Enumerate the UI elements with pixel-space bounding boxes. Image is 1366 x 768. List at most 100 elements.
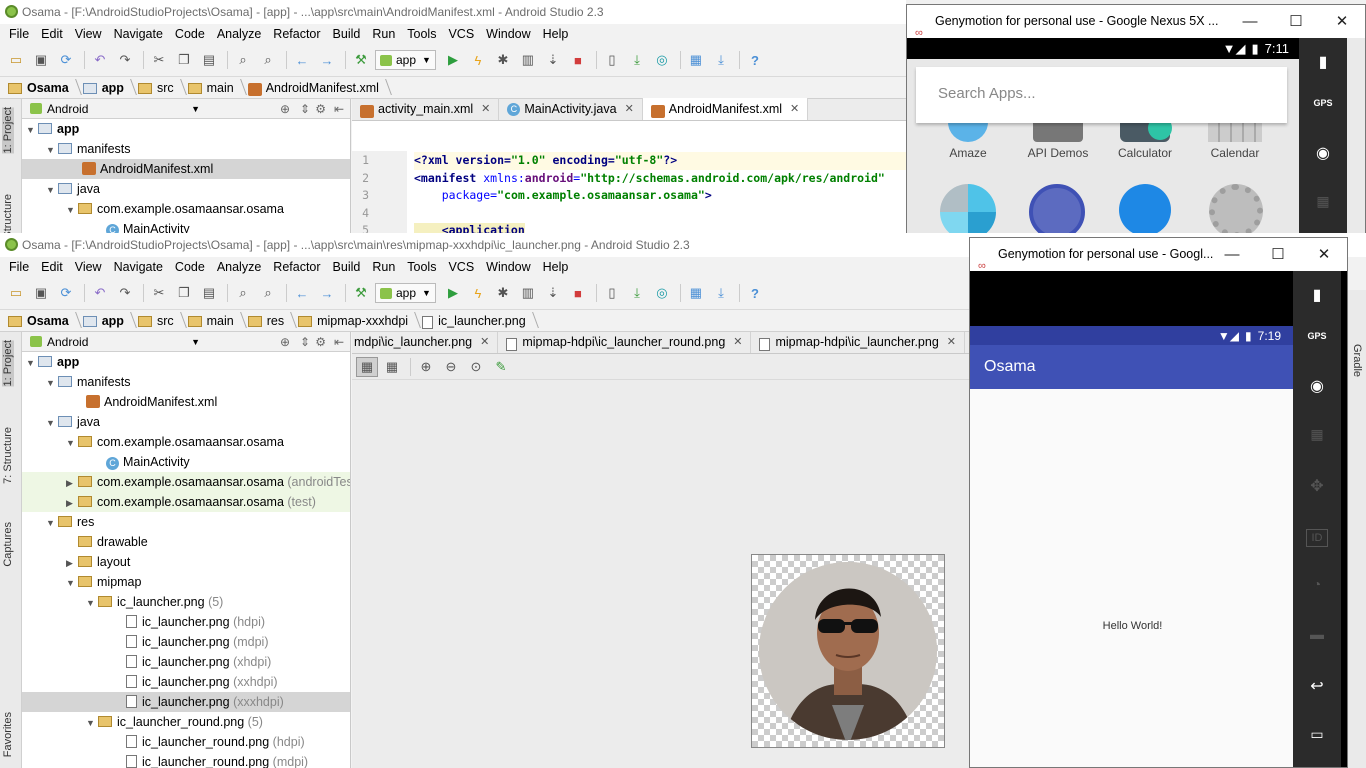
tree-item-ic-launcher-round-hdpi[interactable]: ic_launcher_round.png (hdpi) — [22, 732, 350, 752]
attach-debugger-icon[interactable]: ⇣ — [542, 50, 564, 70]
android-monitor-icon[interactable]: ◎ — [651, 283, 673, 303]
menu-navigate[interactable]: Navigate — [108, 27, 169, 41]
breadcrumb-app[interactable]: app — [79, 81, 134, 95]
sms-icon[interactable]: ▬ — [1293, 626, 1341, 642]
expand-arrow-icon[interactable]: ▼ — [86, 593, 98, 613]
video-capture-icon[interactable]: ▦ — [1299, 193, 1347, 210]
close-icon[interactable]: ✕ — [947, 332, 956, 353]
avd-manager-icon[interactable]: ▯ — [601, 50, 623, 70]
download-icon[interactable]: ⤓ — [710, 50, 732, 70]
instant-run-icon[interactable]: ϟ — [467, 50, 489, 70]
tree-item-ic-launcher-group[interactable]: ▼ ic_launcher.png (5) — [22, 592, 350, 612]
tree-item-mipmap[interactable]: ▼ mipmap — [22, 572, 350, 592]
tab-hdpi-ic-launcher[interactable]: mipmap-hdpi\ic_launcher.png ✕ — [751, 332, 965, 353]
structure-tool-tab[interactable]: 7: Structure — [2, 427, 14, 484]
rss-icon[interactable]: ◔ — [1293, 576, 1341, 592]
menu-help[interactable]: Help — [537, 260, 575, 274]
breadcrumb-src[interactable]: src — [134, 314, 184, 328]
search-apps-input[interactable]: Search Apps... — [916, 67, 1287, 123]
find-icon[interactable]: ⌕ — [232, 50, 254, 70]
menu-window[interactable]: Window — [480, 27, 536, 41]
device-id-icon[interactable]: ID — [1306, 529, 1328, 547]
menu-build[interactable]: Build — [327, 27, 367, 41]
menu-file[interactable]: File — [3, 260, 35, 274]
replace-icon[interactable]: ⌕ — [257, 283, 279, 303]
structure-tool-tab[interactable]: Structure — [2, 194, 14, 234]
debug-icon[interactable]: ✱ — [492, 50, 514, 70]
forward-icon[interactable]: → — [316, 283, 338, 303]
app-icon-clock[interactable] — [1029, 184, 1085, 233]
cut-icon[interactable]: ✂ — [148, 283, 170, 303]
run-config-select[interactable]: app ▼ — [375, 283, 436, 303]
tab-mainactivity-java[interactable]: C MainActivity.java ✕ — [499, 98, 643, 120]
recent-apps-icon[interactable]: ▭ — [1293, 726, 1341, 743]
menu-file[interactable]: File — [3, 27, 35, 41]
open-folder-icon[interactable]: ▭ — [5, 50, 27, 70]
close-icon[interactable]: ✕ — [733, 332, 742, 353]
tree-item-android-manifest[interactable]: AndroidManifest.xml — [22, 392, 350, 412]
attach-debugger-icon[interactable]: ⇣ — [542, 283, 564, 303]
tree-item-ic-launcher-round-mdpi[interactable]: ic_launcher_round.png (mdpi) — [22, 752, 350, 768]
tree-item-ic-launcher-xhdpi[interactable]: ic_launcher.png (xhdpi) — [22, 652, 350, 672]
tab-hdpi-ic-launcher-round[interactable]: mipmap-hdpi\ic_launcher_round.png ✕ — [498, 332, 752, 353]
run-icon[interactable]: ▶ — [442, 283, 464, 303]
menu-analyze[interactable]: Analyze — [211, 260, 267, 274]
project-tool-tab[interactable]: 1: Project — [2, 340, 14, 387]
tree-item-mainactivity[interactable]: C MainActivity — [22, 452, 350, 472]
help-icon[interactable]: ? — [744, 283, 766, 303]
find-icon[interactable]: ⌕ — [232, 283, 254, 303]
app-icon-camera[interactable] — [940, 184, 996, 233]
breadcrumb-main[interactable]: main — [184, 81, 244, 95]
copy-icon[interactable]: ❐ — [173, 50, 195, 70]
gradle-tool-tab[interactable]: Gradle — [1351, 344, 1363, 377]
tree-item-mainactivity[interactable]: C MainActivity — [22, 219, 350, 234]
app-icon-contacts[interactable] — [1119, 184, 1171, 233]
code-editor[interactable]: 1 2 3 4 5 <?xml version="1.0" encoding="… — [352, 151, 906, 234]
sync-icon[interactable]: ⟳ — [55, 283, 77, 303]
expand-arrow-icon[interactable]: ▼ — [46, 513, 58, 533]
expand-arrow-icon[interactable]: ▼ — [26, 120, 38, 140]
save-icon[interactable]: ▣ — [30, 50, 52, 70]
expand-arrow-icon[interactable]: ▼ — [46, 373, 58, 393]
menu-view[interactable]: View — [69, 27, 108, 41]
collapse-all-icon[interactable]: ⇕ — [300, 102, 310, 116]
breadcrumb-osama[interactable]: Osama — [4, 314, 79, 328]
collapse-arrow-icon[interactable]: ▶ — [66, 473, 78, 493]
project-structure-icon[interactable]: ▦ — [685, 283, 707, 303]
tree-item-ic-launcher-hdpi[interactable]: ic_launcher.png (hdpi) — [22, 612, 350, 632]
battery-icon[interactable]: ▮ — [1293, 285, 1341, 305]
breadcrumb-src[interactable]: src — [134, 81, 184, 95]
menu-refactor[interactable]: Refactor — [267, 260, 326, 274]
project-view-select[interactable]: Android — [47, 102, 88, 116]
close-icon[interactable]: ✕ — [625, 98, 634, 120]
back-icon[interactable]: ← — [291, 283, 313, 303]
tree-item-drawable[interactable]: drawable — [22, 532, 350, 552]
maximize-icon[interactable]: ☐ — [1273, 5, 1319, 38]
stop-icon[interactable]: ■ — [567, 283, 589, 303]
breadcrumb-mipmap-xxxhdpi[interactable]: mipmap-xxxhdpi — [294, 314, 418, 328]
sdk-manager-icon[interactable]: ⤓ — [626, 283, 648, 303]
tree-item-ic-launcher-xxxhdpi[interactable]: ic_launcher.png (xxxhdpi) — [22, 692, 350, 712]
close-icon[interactable]: ✕ — [1301, 238, 1347, 271]
zoom-in-icon[interactable]: ⊕ — [415, 357, 437, 377]
hide-panel-icon[interactable]: ⇤ — [334, 335, 344, 349]
project-structure-icon[interactable]: ▦ — [685, 50, 707, 70]
avd-manager-icon[interactable]: ▯ — [601, 283, 623, 303]
forward-icon[interactable]: → — [316, 50, 338, 70]
tree-item-ic-launcher-xxhdpi[interactable]: ic_launcher.png (xxhdpi) — [22, 672, 350, 692]
collapse-arrow-icon[interactable]: ▶ — [66, 553, 78, 573]
cut-icon[interactable]: ✂ — [148, 50, 170, 70]
video-capture-icon[interactable]: ▦ — [1293, 426, 1341, 443]
webcam-icon[interactable]: ◉ — [1299, 143, 1347, 163]
paste-icon[interactable]: ▤ — [198, 283, 220, 303]
paste-icon[interactable]: ▤ — [198, 50, 220, 70]
menu-code[interactable]: Code — [169, 260, 211, 274]
zoom-out-icon[interactable]: ⊖ — [440, 357, 462, 377]
undo-icon[interactable]: ↶ — [89, 50, 111, 70]
close-icon[interactable]: ✕ — [480, 332, 489, 353]
expand-arrow-icon[interactable]: ▼ — [26, 353, 38, 373]
menu-tools[interactable]: Tools — [401, 260, 442, 274]
debug-icon[interactable]: ✱ — [492, 283, 514, 303]
expand-arrow-icon[interactable]: ▼ — [46, 140, 58, 160]
breadcrumb-osama[interactable]: Osama — [4, 81, 79, 95]
